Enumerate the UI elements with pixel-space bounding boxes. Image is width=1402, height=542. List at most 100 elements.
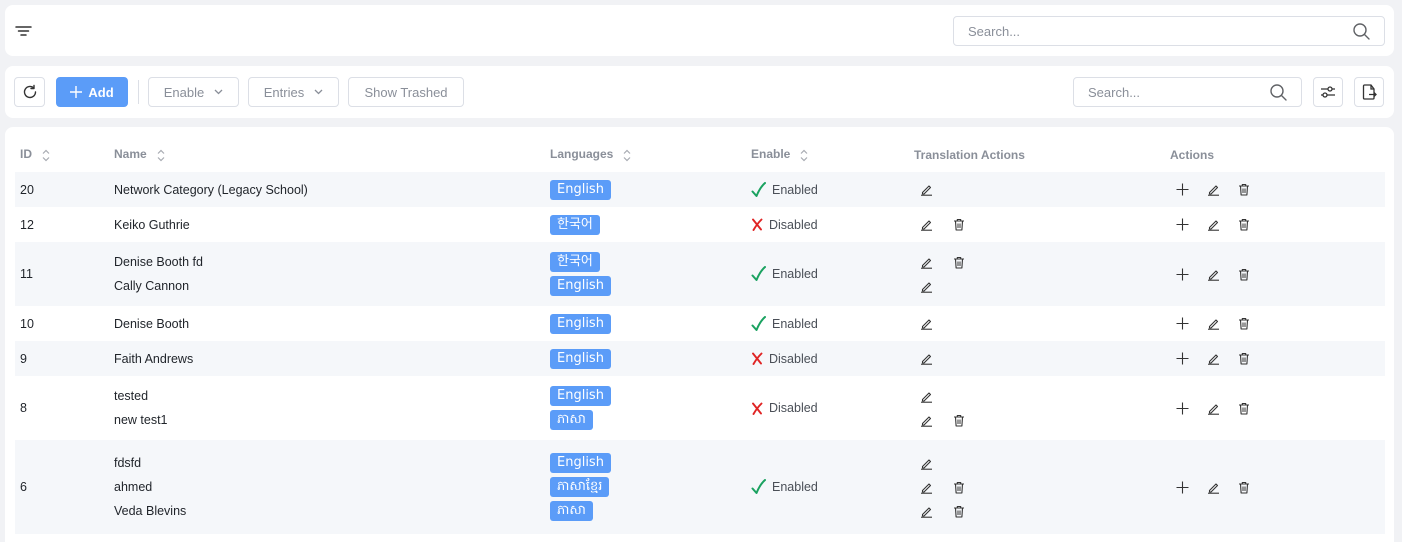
cell-languages: 한국어 English [550, 242, 751, 306]
cell-translation-actions [914, 341, 1170, 376]
check-icon [751, 181, 766, 198]
edit-translation-icon[interactable] [920, 352, 933, 365]
edit-translation-icon[interactable] [920, 414, 933, 427]
table-row: 9 Faith Andrews English Disabled [15, 341, 1385, 376]
cell-languages: English [550, 306, 751, 341]
edit-translation-icon[interactable] [920, 280, 933, 293]
add-button[interactable]: Add [56, 77, 128, 107]
check-icon [751, 266, 766, 282]
edit-icon[interactable] [1207, 402, 1220, 415]
edit-icon[interactable] [1207, 481, 1220, 494]
search-icon[interactable] [1353, 22, 1370, 40]
language-stack: English ភាសាខ្មែរ ភាសា [550, 451, 751, 523]
cell-translation-actions [914, 172, 1170, 207]
status-text: Enabled [772, 267, 818, 281]
cell-languages: English [550, 341, 751, 376]
cell-languages: English ភាសា [550, 376, 751, 440]
delete-icon[interactable] [1238, 481, 1250, 494]
language-badge: 한국어 [550, 214, 600, 235]
translation-action-row [914, 178, 1170, 202]
row-actions [1170, 317, 1385, 330]
edit-translation-icon[interactable] [920, 481, 933, 494]
delete-translation-icon[interactable] [953, 256, 965, 269]
edit-icon[interactable] [1207, 317, 1220, 330]
delete-translation-icon[interactable] [953, 505, 965, 518]
data-table-card: ID Name Languages Enable Translation Act… [5, 127, 1394, 542]
translation-action-stack [914, 312, 1170, 336]
cross-icon [751, 218, 763, 231]
entries-dropdown[interactable]: Entries [248, 77, 339, 107]
show-trashed-button[interactable]: Show Trashed [348, 77, 464, 107]
delete-icon[interactable] [1238, 352, 1250, 365]
add-translation-icon[interactable] [1176, 402, 1189, 415]
delete-translation-icon[interactable] [953, 481, 965, 494]
column-settings-button[interactable] [1313, 77, 1343, 107]
header-enable[interactable]: Enable [751, 137, 914, 172]
edit-icon[interactable] [1207, 183, 1220, 196]
name-stack: Network Category (Legacy School) [114, 178, 550, 202]
status-text: Disabled [769, 351, 818, 366]
sort-icon [157, 149, 165, 162]
cell-name: tested new test1 [114, 376, 550, 440]
status-badge: Enabled [751, 315, 914, 332]
top-bar [5, 5, 1394, 56]
header-name[interactable]: Name [114, 137, 550, 172]
cell-enable: Disabled [751, 207, 914, 242]
delete-icon[interactable] [1238, 218, 1250, 231]
edit-translation-icon[interactable] [920, 256, 933, 269]
delete-icon[interactable] [1238, 402, 1250, 415]
global-search-input[interactable] [954, 23, 1353, 39]
cell-name: Keiko Guthrie [114, 207, 550, 242]
status-text: Disabled [769, 217, 818, 232]
edit-translation-icon[interactable] [920, 218, 933, 231]
add-translation-icon[interactable] [1176, 352, 1189, 365]
table-search-input[interactable] [1074, 84, 1270, 100]
edit-translation-icon[interactable] [920, 390, 933, 403]
cell-enable: Disabled [751, 341, 914, 376]
chevron-down-icon [214, 89, 223, 95]
add-translation-icon[interactable] [1176, 183, 1189, 196]
edit-icon[interactable] [1207, 268, 1220, 281]
add-translation-icon[interactable] [1176, 268, 1189, 281]
header-languages[interactable]: Languages [550, 137, 751, 172]
name-text: new test1 [114, 413, 168, 427]
enable-dropdown[interactable]: Enable [148, 77, 239, 107]
edit-icon[interactable] [1207, 352, 1220, 365]
name-stack: tested new test1 [114, 384, 550, 432]
delete-icon[interactable] [1238, 268, 1250, 281]
translation-action-stack [914, 250, 1170, 298]
search-icon[interactable] [1270, 83, 1287, 101]
edit-translation-icon[interactable] [920, 505, 933, 518]
check-icon [751, 479, 766, 495]
edit-translation-icon[interactable] [920, 457, 933, 470]
export-button[interactable] [1354, 77, 1384, 107]
filter-icon[interactable] [15, 23, 32, 39]
cell-actions [1170, 172, 1385, 207]
header-id[interactable]: ID [15, 137, 114, 172]
translation-action-row [914, 347, 1170, 371]
add-translation-icon[interactable] [1176, 317, 1189, 330]
name-stack: Faith Andrews [114, 347, 550, 371]
sort-icon [623, 149, 631, 162]
cell-id: 9 [15, 341, 114, 376]
status-badge: Enabled [751, 181, 914, 198]
name-text: Keiko Guthrie [114, 217, 190, 232]
refresh-button[interactable] [14, 77, 45, 107]
delete-icon[interactable] [1238, 183, 1250, 196]
edit-translation-icon[interactable] [920, 317, 933, 330]
translation-action-row [914, 451, 1170, 475]
language-row: English [550, 384, 751, 408]
add-translation-icon[interactable] [1176, 218, 1189, 231]
language-badge: English [550, 386, 611, 406]
delete-translation-icon[interactable] [953, 218, 965, 231]
cell-enable: Enabled [751, 440, 914, 534]
edit-icon[interactable] [1207, 218, 1220, 231]
cell-id: 12 [20, 217, 34, 232]
cell-id: 20 [15, 172, 114, 207]
delete-translation-icon[interactable] [953, 414, 965, 427]
add-translation-icon[interactable] [1176, 481, 1189, 494]
edit-translation-icon[interactable] [920, 183, 933, 196]
cell-actions [1170, 376, 1385, 440]
translation-action-row [914, 250, 1170, 274]
delete-icon[interactable] [1238, 317, 1250, 330]
